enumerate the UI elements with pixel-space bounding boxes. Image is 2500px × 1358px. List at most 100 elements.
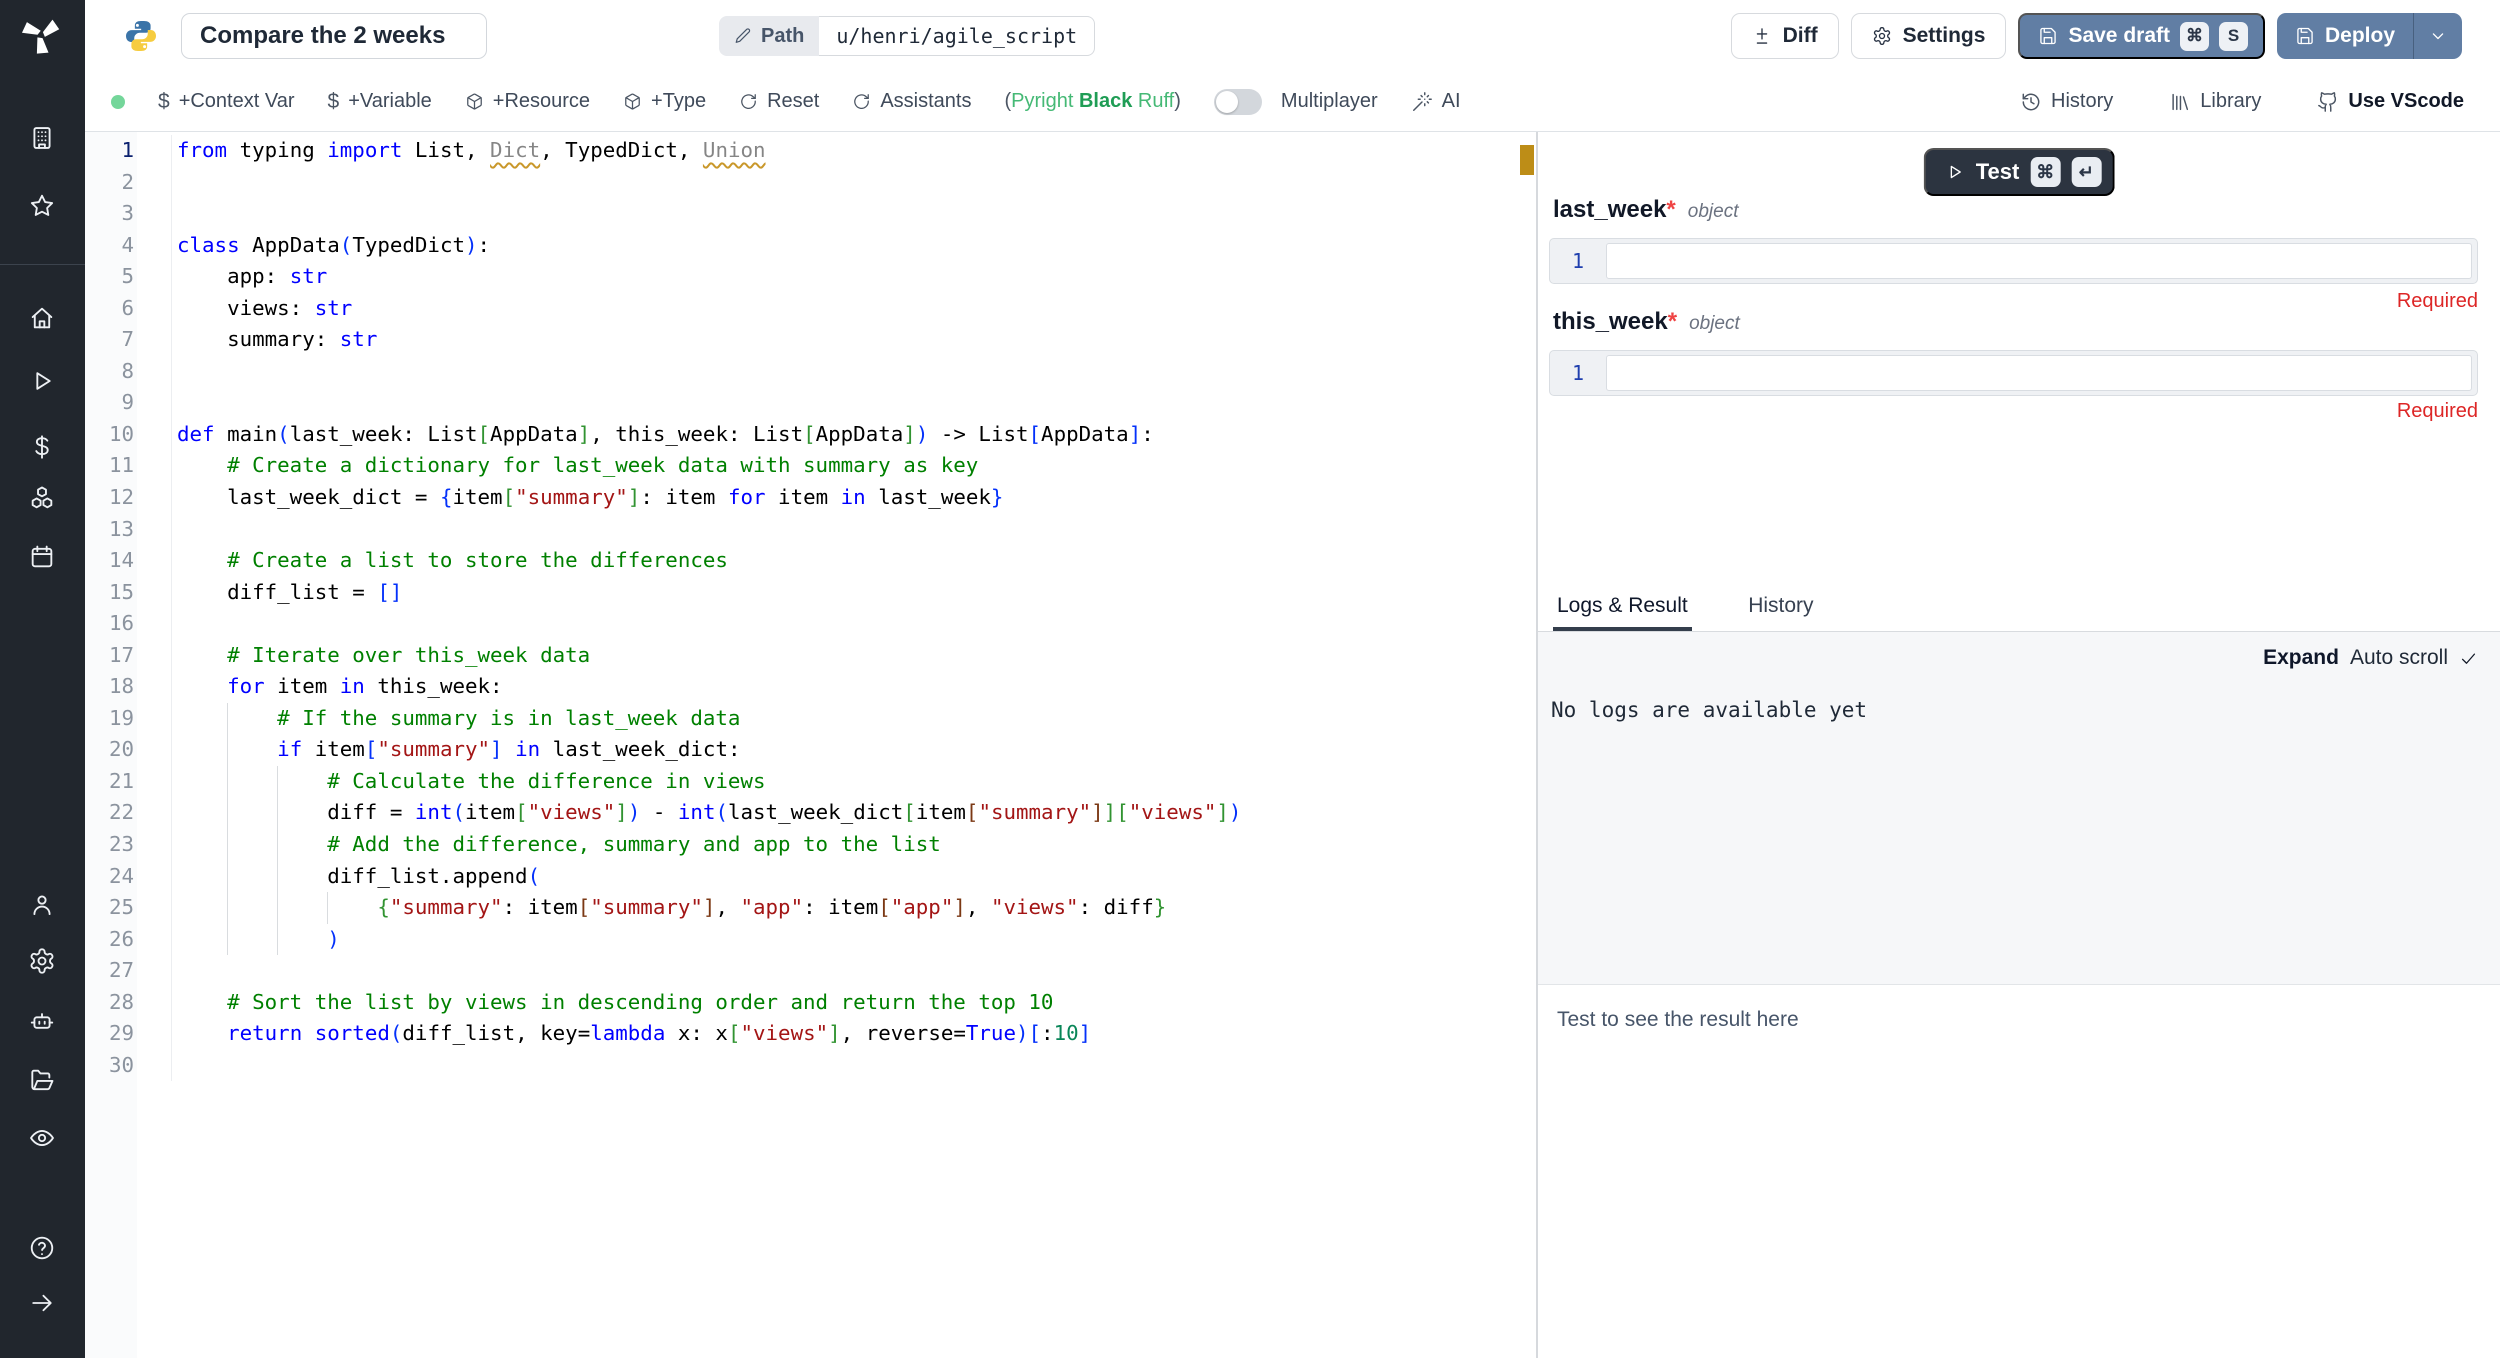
expand-button[interactable]: Expand — [2263, 646, 2339, 670]
help-icon[interactable] — [28, 1234, 56, 1262]
arrow-right-icon[interactable] — [28, 1289, 56, 1317]
library-button[interactable]: Library — [2169, 90, 2261, 113]
line-number: 30 — [85, 1050, 134, 1082]
deploy-button[interactable]: Deploy — [2277, 13, 2413, 59]
code-line[interactable]: 23 # Add the difference, summary and app… — [85, 829, 1510, 861]
line-number: 8 — [85, 356, 134, 388]
code-line[interactable]: 27 — [85, 955, 1510, 987]
python-language-icon — [123, 18, 159, 54]
autoscroll-toggle[interactable]: Auto scroll — [2350, 646, 2448, 670]
multiplayer-toggle[interactable] — [1214, 89, 1262, 115]
arg-editor-line-number: 1 — [1550, 249, 1606, 273]
code-line[interactable]: 30 — [85, 1050, 1510, 1082]
dollar-icon[interactable] — [28, 433, 56, 461]
code-line[interactable]: 7 summary: str — [85, 324, 1510, 356]
tab-logs-result[interactable]: Logs & Result — [1553, 588, 1692, 631]
script-title-input[interactable]: Compare the 2 weeks — [181, 13, 487, 59]
line-number: 4 — [85, 230, 134, 262]
code-line[interactable]: 1from typing import List, Dict, TypedDic… — [85, 135, 1510, 167]
use-vscode-button[interactable]: Use VScode — [2317, 90, 2464, 113]
code-line[interactable]: 9 — [85, 387, 1510, 419]
line-number: 11 — [85, 450, 134, 482]
add-type-button[interactable]: +Type — [623, 90, 706, 113]
arg-name: last_week — [1553, 196, 1666, 223]
code-line[interactable]: 17 # Iterate over this_week data — [85, 640, 1510, 672]
code-line[interactable]: 8 — [85, 356, 1510, 388]
eye-icon[interactable] — [28, 1124, 56, 1152]
tab-history[interactable]: History — [1744, 588, 1817, 627]
code-line[interactable]: 3 — [85, 198, 1510, 230]
play-icon[interactable] — [28, 367, 56, 395]
code-line[interactable]: 22 diff = int(item["views"]) - int(last_… — [85, 797, 1510, 829]
line-number: 5 — [85, 261, 134, 293]
deploy-options-button[interactable] — [2413, 13, 2462, 59]
arg-input-last-week[interactable] — [1606, 243, 2472, 279]
arg-input-this-week[interactable] — [1606, 355, 2472, 391]
building-icon[interactable] — [28, 124, 56, 152]
ai-button[interactable]: AI — [1411, 90, 1461, 113]
code-line[interactable]: 5 app: str — [85, 261, 1510, 293]
add-variable-button[interactable]: $ +Variable — [328, 90, 432, 114]
windmill-logo-icon[interactable] — [18, 12, 64, 58]
folder-icon[interactable] — [28, 1066, 56, 1094]
code-line[interactable]: 28 # Sort the list by views in descendin… — [85, 987, 1510, 1019]
editor-overview-ruler[interactable] — [1510, 132, 1536, 1358]
edit-path-button[interactable]: Path — [719, 16, 819, 56]
multiplayer-label: Multiplayer — [1281, 90, 1378, 113]
code-line[interactable]: 13 — [85, 514, 1510, 546]
bot-icon[interactable] — [28, 1008, 56, 1036]
code-editor[interactable]: 1from typing import List, Dict, TypedDic… — [85, 132, 1510, 1358]
code-line[interactable]: 20 if item["summary"] in last_week_dict: — [85, 734, 1510, 766]
package-icon — [623, 92, 642, 111]
code-line[interactable]: 16 — [85, 608, 1510, 640]
diff-button[interactable]: Diff — [1731, 13, 1839, 59]
user-icon[interactable] — [28, 891, 56, 919]
path-value-input[interactable]: u/henri/agile_script — [819, 16, 1095, 56]
result-pane: Test to see the result here — [1538, 986, 2500, 1358]
test-button[interactable]: Test ⌘ ↵ — [1924, 148, 2115, 196]
home-icon[interactable] — [28, 304, 56, 332]
code-line[interactable]: 10def main(last_week: List[AppData], thi… — [85, 419, 1510, 451]
code-line[interactable]: 18 for item in this_week: — [85, 671, 1510, 703]
calendar-icon[interactable] — [28, 543, 56, 571]
code-line[interactable]: 14 # Create a list to store the differen… — [85, 545, 1510, 577]
arg-label-last-week: last_week*object — [1553, 196, 1738, 224]
code-line[interactable]: 19 # If the summary is in last_week data — [85, 703, 1510, 735]
code-line[interactable]: 26 ) — [85, 924, 1510, 956]
code-line[interactable]: 6 views: str — [85, 293, 1510, 325]
gear-icon — [1872, 26, 1892, 46]
save-draft-label: Save draft — [2068, 24, 2170, 48]
windmill-script-editor: Compare the 2 weeks Path u/henri/agile_s… — [0, 0, 2500, 1358]
multiplayer-label-item[interactable]: Multiplayer — [1281, 90, 1378, 113]
code-line[interactable]: 29 return sorted(diff_list, key=lambda x… — [85, 1018, 1510, 1050]
arg-editor-line-number: 1 — [1550, 361, 1606, 385]
cubes-icon[interactable] — [28, 484, 56, 512]
line-number: 16 — [85, 608, 134, 640]
use-vscode-label: Use VScode — [2348, 90, 2464, 113]
settings-button[interactable]: Settings — [1851, 13, 2007, 59]
test-label: Test — [1976, 159, 2020, 185]
result-placeholder: Test to see the result here — [1557, 1008, 1799, 1032]
gear-icon[interactable] — [28, 947, 56, 975]
add-context-var-button[interactable]: $ +Context Var — [158, 90, 295, 114]
add-context-var-label: +Context Var — [179, 90, 295, 113]
code-line[interactable]: 21 # Calculate the difference in views — [85, 766, 1510, 798]
star-icon[interactable] — [28, 192, 56, 220]
save-draft-button[interactable]: Save draft ⌘ S — [2018, 13, 2265, 59]
reset-button[interactable]: Reset — [739, 90, 819, 113]
code-line[interactable]: 15 diff_list = [] — [85, 577, 1510, 609]
code-line[interactable]: 2 — [85, 167, 1510, 199]
line-number: 27 — [85, 955, 134, 987]
code-line[interactable]: 4class AppData(TypedDict): — [85, 230, 1510, 262]
code-line[interactable]: 24 diff_list.append( — [85, 861, 1510, 893]
toggle-knob — [1216, 91, 1238, 113]
dollar-icon: $ — [158, 90, 170, 114]
history-button[interactable]: History — [2020, 90, 2113, 113]
code-line[interactable]: 12 last_week_dict = {item["summary"]: it… — [85, 482, 1510, 514]
code-line[interactable]: 25 {"summary": item["summary"], "app": i… — [85, 892, 1510, 924]
assistants-button[interactable]: Assistants — [852, 90, 971, 113]
line-number: 17 — [85, 640, 134, 672]
required-badge: Required — [2397, 290, 2478, 313]
code-line[interactable]: 11 # Create a dictionary for last_week d… — [85, 450, 1510, 482]
add-resource-button[interactable]: +Resource — [465, 90, 590, 113]
